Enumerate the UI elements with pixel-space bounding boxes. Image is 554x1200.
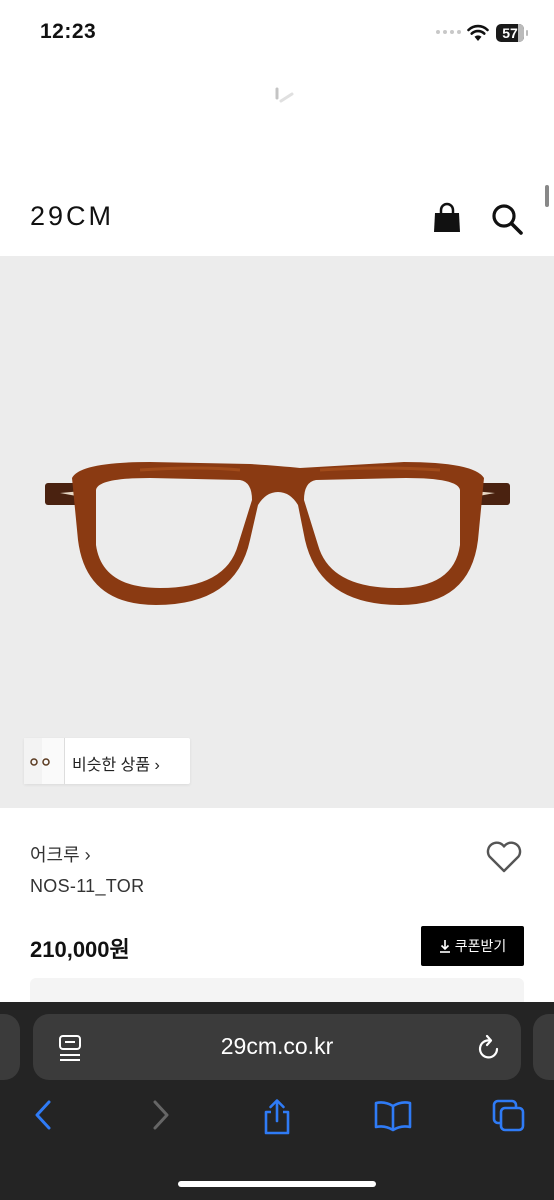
similar-thumbnails xyxy=(24,738,74,784)
scroll-indicator xyxy=(545,185,549,207)
url-text[interactable]: 29cm.co.kr xyxy=(0,1033,554,1060)
forward-icon[interactable] xyxy=(150,1098,172,1132)
download-icon xyxy=(439,940,450,953)
signal-icon xyxy=(436,30,461,34)
back-icon[interactable] xyxy=(32,1098,54,1132)
similar-products-label: 비슷한 상품 › xyxy=(72,757,160,774)
heart-icon[interactable] xyxy=(485,840,523,874)
wifi-icon xyxy=(467,24,489,41)
loading-spinner-icon xyxy=(275,87,294,103)
status-time: 12:23 xyxy=(40,20,97,43)
product-price: 210,000원 xyxy=(30,937,130,962)
site-logo[interactable]: 29CM xyxy=(30,201,114,232)
home-indicator xyxy=(178,1181,376,1187)
site-header: 29CM xyxy=(0,185,554,253)
similar-products-button[interactable]: 비슷한 상품 › xyxy=(24,738,190,784)
share-icon[interactable] xyxy=(259,1098,295,1136)
coupon-button[interactable]: 쿠폰받기 xyxy=(421,926,524,966)
battery-level: 57 xyxy=(502,25,518,41)
coupon-label: 쿠폰받기 xyxy=(454,938,507,954)
status-bar: 12:23 57 xyxy=(0,0,554,68)
glasses-image xyxy=(45,462,510,605)
brand-link[interactable]: 어크루 › xyxy=(30,841,91,867)
search-icon[interactable] xyxy=(490,202,524,236)
glasses-thumb-icon xyxy=(30,758,50,766)
bookmarks-icon[interactable] xyxy=(373,1098,413,1134)
battery-icon: 57 xyxy=(496,24,528,42)
product-name: NOS-11_TOR xyxy=(30,876,145,896)
tabs-icon[interactable] xyxy=(491,1098,527,1134)
reload-icon[interactable] xyxy=(476,1034,502,1062)
shopping-bag-icon[interactable] xyxy=(432,202,462,234)
product-image[interactable] xyxy=(0,256,554,808)
